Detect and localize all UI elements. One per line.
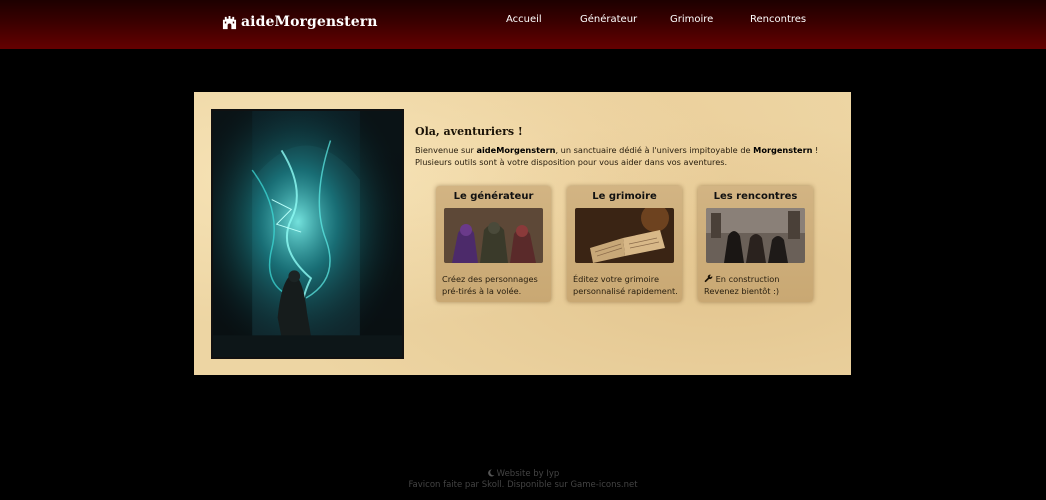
footer-favicon-credit: Favicon faite par Skoll. Disponible sur … [408, 480, 638, 490]
site-name: aideMorgenstern [476, 145, 556, 155]
nav-generateur[interactable]: Générateur [580, 14, 637, 25]
nav-grimoire[interactable]: Grimoire [670, 14, 713, 25]
card-title: Le grimoire [592, 191, 657, 202]
card-title: Le générateur [453, 191, 534, 202]
card-image-characters [444, 208, 543, 263]
welcome-text: Bienvenue sur aideMorgenstern, un sanctu… [415, 145, 819, 167]
nav-rencontres[interactable]: Rencontres [750, 14, 806, 25]
card-generateur[interactable]: Le générateur Créez des personnages pré-… [436, 186, 551, 302]
hero-illustration [211, 109, 404, 359]
universe-name: Morgenstern [753, 145, 813, 155]
card-image-book [575, 208, 674, 263]
card-description: Éditez votre grimoire personnalisé rapid… [573, 274, 678, 296]
card-rencontres[interactable]: Les rencontres En construction Revenez b… [698, 186, 813, 302]
welcome-panel: Ola, aventuriers ! Bienvenue sur aideMor… [194, 92, 851, 375]
wrench-icon [704, 274, 713, 283]
top-navbar: aideMorgenstern Accueil Générateur Grimo… [0, 0, 1046, 49]
moon-icon [487, 469, 495, 477]
nav-accueil[interactable]: Accueil [506, 14, 542, 25]
welcome-title: Ola, aventuriers ! [415, 125, 523, 138]
card-image-encounter [706, 208, 805, 263]
card-description: En construction Revenez bientôt :) [704, 274, 780, 296]
footer-credit: Website by Iyp [0, 469, 1046, 479]
card-description: Créez des personnages pré-tirés à la vol… [442, 274, 538, 296]
card-title: Les rencontres [713, 191, 798, 202]
castle-gate-icon [222, 15, 237, 29]
card-grimoire[interactable]: Le grimoire Éditez votre grimoire person… [567, 186, 682, 302]
brand-link[interactable]: aideMorgenstern [222, 11, 377, 33]
brand-name: aideMorgenstern [241, 14, 378, 30]
